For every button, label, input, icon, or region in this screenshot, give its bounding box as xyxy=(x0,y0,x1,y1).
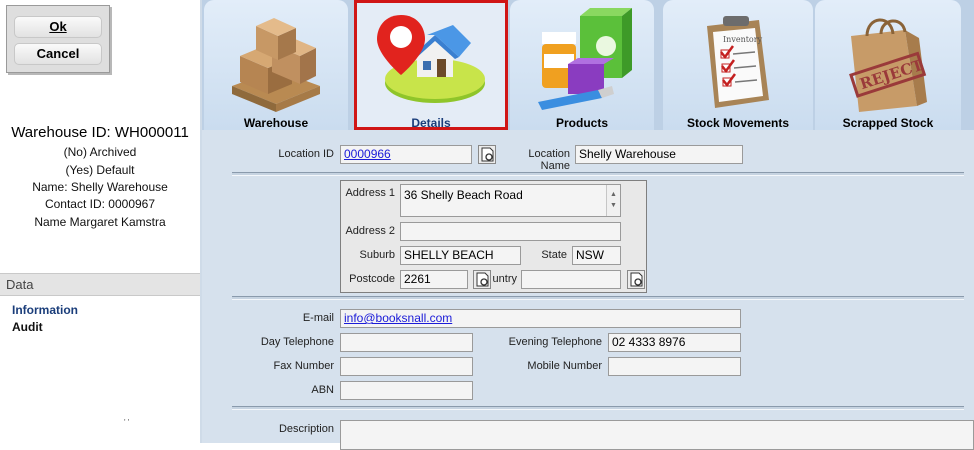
address2-field[interactable] xyxy=(400,222,621,241)
address2-label: Address 2 xyxy=(345,225,395,237)
state-label: State xyxy=(541,249,567,261)
location-id-label: Location ID xyxy=(278,148,334,160)
mobile-number-field[interactable] xyxy=(608,357,741,376)
address1-text: 36 Shelly Beach Road xyxy=(404,188,523,202)
country-label: untry xyxy=(492,273,517,285)
address-group: Address 1 36 Shelly Beach Road ▲ ▼ Addre… xyxy=(340,180,647,293)
warehouse-id-title: Warehouse ID: WH000011 xyxy=(11,124,189,141)
day-telephone-field[interactable] xyxy=(340,333,473,352)
inventory-clipboard-icon: Inventory xyxy=(707,16,769,108)
left-panel: Ok Cancel Warehouse ID: WH000011 (No) Ar… xyxy=(0,0,200,443)
tab-label-warehouse: Warehouse xyxy=(243,116,309,130)
tab-strip: Warehouse Details Products Inventory Sto… xyxy=(202,0,974,130)
section-divider xyxy=(232,406,964,410)
reject-bag-icon: REJECT xyxy=(849,18,927,112)
tab-label-stock-movements: Stock Movements xyxy=(686,116,790,130)
location-house-icon xyxy=(377,15,485,103)
default-status: (Yes) Default xyxy=(65,163,135,177)
footer-marks: ' ' xyxy=(124,418,130,427)
details-form: Location ID 0000966 Location Name Shelly… xyxy=(202,130,974,450)
location-name-field[interactable]: Shelly Warehouse xyxy=(575,145,743,164)
section-divider xyxy=(232,296,964,300)
scroll-down-icon: ▼ xyxy=(610,202,617,209)
day-telephone-label: Day Telephone xyxy=(260,336,334,348)
postcode-field[interactable]: 2261 xyxy=(400,270,468,289)
email-field[interactable]: info@booksnall.com xyxy=(340,309,741,328)
tab-products[interactable]: Products xyxy=(510,0,654,130)
data-section-header: Data xyxy=(0,273,200,296)
tab-details[interactable]: Details xyxy=(354,0,508,130)
evening-telephone-label: Evening Telephone xyxy=(508,336,602,348)
pallet-boxes-icon xyxy=(232,18,320,112)
tab-warehouse[interactable]: Warehouse xyxy=(204,0,348,130)
suburb-field[interactable]: SHELLY BEACH xyxy=(400,246,521,265)
abn-label: ABN xyxy=(311,384,334,396)
location-name-label: Location Name xyxy=(528,148,570,172)
state-field[interactable]: NSW xyxy=(572,246,621,265)
mobile-number-label: Mobile Number xyxy=(527,360,602,372)
abn-field[interactable] xyxy=(340,381,473,400)
address1-scrollbar[interactable]: ▲ ▼ xyxy=(606,185,620,216)
tab-label-scrapped-stock: Scrapped Stock xyxy=(842,116,934,130)
address1-field[interactable]: 36 Shelly Beach Road ▲ ▼ xyxy=(400,184,621,217)
location-id-field[interactable]: 0000966 xyxy=(340,145,472,164)
tab-label-details: Details xyxy=(411,116,451,130)
ok-button[interactable]: Ok xyxy=(14,16,102,38)
archived-status: (No) Archived xyxy=(63,145,137,159)
section-divider xyxy=(232,172,964,176)
lookup-icon xyxy=(630,272,643,287)
svg-text:Inventory: Inventory xyxy=(723,35,763,44)
country-field[interactable] xyxy=(521,270,621,289)
tab-label-products: Products xyxy=(555,116,608,130)
email-label: E-mail xyxy=(302,312,334,324)
lookup-icon xyxy=(481,147,494,162)
lookup-icon xyxy=(476,272,489,287)
evening-telephone-field[interactable]: 02 4333 8976 xyxy=(608,333,741,352)
nav-item-audit[interactable]: Audit xyxy=(12,320,43,334)
description-label: Description xyxy=(278,423,334,435)
address1-label: Address 1 xyxy=(345,187,395,199)
tab-scrapped-stock[interactable]: REJECT Scrapped Stock xyxy=(815,0,961,130)
nav-item-information[interactable]: Information xyxy=(12,303,78,317)
location-lookup-button[interactable] xyxy=(478,145,496,164)
products-icon xyxy=(538,8,632,110)
description-field[interactable] xyxy=(340,420,974,450)
warehouse-name: Name: Shelly Warehouse xyxy=(32,180,168,194)
fax-number-field[interactable] xyxy=(340,357,473,376)
postcode-label: Postcode xyxy=(349,273,395,285)
contact-name: Name Margaret Kamstra xyxy=(34,215,166,229)
cancel-button[interactable]: Cancel xyxy=(14,43,102,65)
dialog-button-group: Ok Cancel xyxy=(6,5,110,73)
contact-id: Contact ID: 0000967 xyxy=(44,197,156,211)
fax-number-label: Fax Number xyxy=(273,360,334,372)
suburb-label: Suburb xyxy=(359,249,395,261)
tab-stock-movements[interactable]: Inventory Stock Movements xyxy=(663,0,813,130)
country-lookup-button[interactable] xyxy=(627,270,645,289)
